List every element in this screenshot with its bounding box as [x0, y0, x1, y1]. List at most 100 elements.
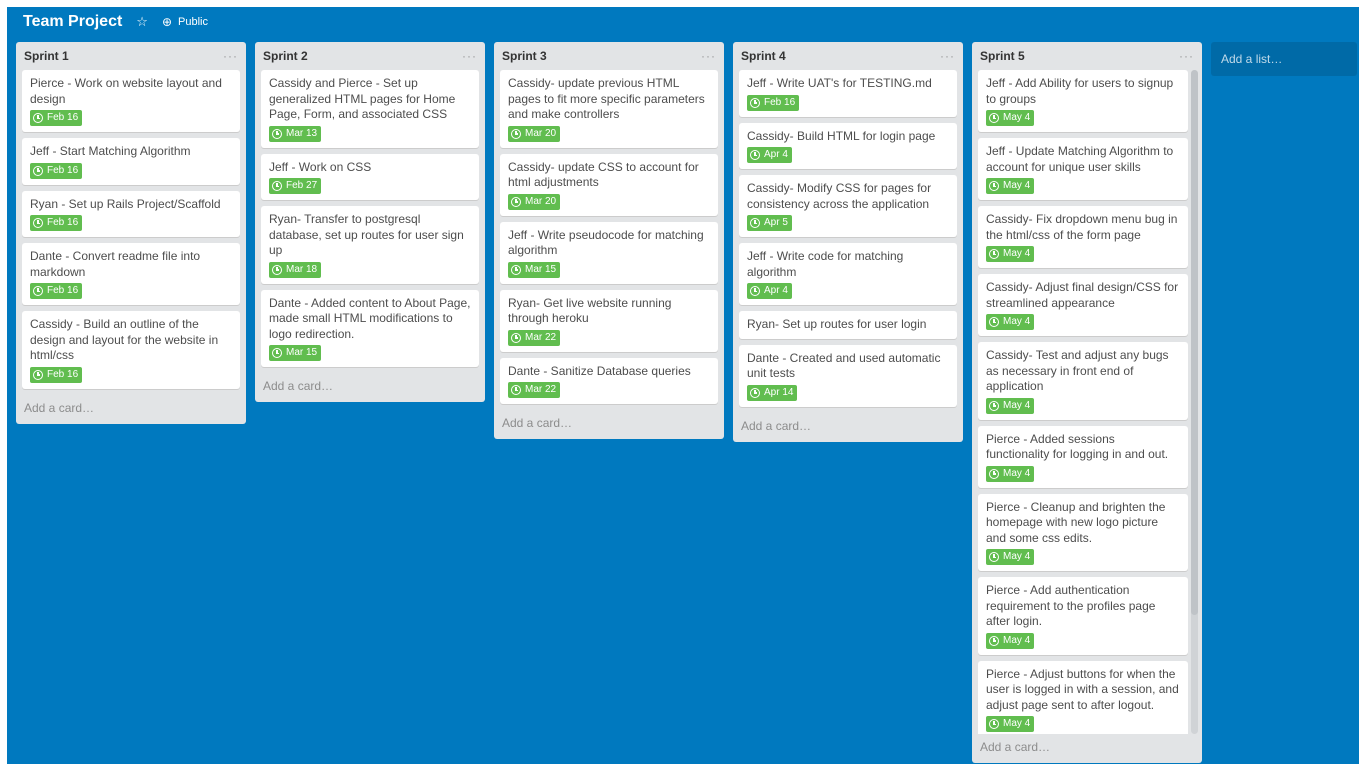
due-date-label: May 4: [1003, 551, 1031, 562]
card[interactable]: Cassidy- Build HTML for login page Apr 4: [739, 122, 957, 169]
list-name[interactable]: Sprint 5: [980, 49, 1025, 63]
card[interactable]: Cassidy- Adjust final design/CSS for str…: [978, 274, 1188, 336]
card-title: Cassidy- update CSS to account for html …: [508, 159, 699, 190]
card[interactable]: Dante - Created and used automatic unit …: [739, 344, 957, 407]
visibility-label: Public: [178, 16, 208, 28]
list-scrollbar[interactable]: [1191, 70, 1198, 734]
list-name[interactable]: Sprint 3: [502, 49, 547, 63]
due-date-label: Apr 4: [764, 149, 788, 160]
card[interactable]: Jeff - Write UAT's for TESTING.md Feb 16: [739, 70, 957, 117]
due-date-label: Feb 16: [764, 96, 796, 108]
due-date-label: Feb 16: [47, 217, 79, 228]
due-date-label: Mar 13: [286, 127, 318, 139]
card[interactable]: Pierce - Cleanup and brighten the homepa…: [978, 493, 1188, 571]
due-date-badge: May 4: [986, 549, 1035, 565]
add-card-button[interactable]: Add a card…: [494, 410, 724, 439]
add-list-button[interactable]: Add a list…: [1211, 42, 1357, 76]
card-title: Pierce - Added sessions functionality fo…: [986, 431, 1169, 462]
add-card-button[interactable]: Add a card…: [16, 395, 246, 424]
card[interactable]: Jeff - Write code for matching algorithm…: [739, 243, 957, 305]
card-title: Jeff - Add Ability for users to signup t…: [986, 76, 1174, 106]
card-title: Dante - Created and used automatic unit …: [747, 350, 941, 381]
due-date-badge: Apr 4: [747, 283, 792, 299]
due-date-label: May 4: [1003, 399, 1031, 411]
clock-icon: [511, 385, 521, 395]
card-title: Dante - Added content to About Page, mad…: [269, 295, 471, 341]
add-card-button[interactable]: Add a card…: [255, 373, 485, 402]
card[interactable]: Cassidy- update CSS to account for html …: [500, 153, 718, 216]
card-title: Jeff - Start Matching Algorithm: [30, 144, 191, 158]
card[interactable]: Jeff - Start Matching Algorithm Feb 16: [22, 138, 240, 185]
due-date-label: May 4: [1003, 634, 1031, 646]
card[interactable]: Ryan - Set up Rails Project/Scaffold Feb …: [22, 190, 240, 237]
list-header: Sprint 3 ···: [494, 42, 724, 70]
card[interactable]: Cassidy- Modify CSS for pages for consis…: [739, 175, 957, 237]
card-title: Pierce - Work on website layout and desi…: [30, 76, 222, 106]
card[interactable]: Jeff - Work on CSS Feb 27: [261, 153, 479, 200]
card-list: Pierce - Work on website layout and desi…: [16, 70, 246, 395]
due-date-label: Apr 14: [764, 386, 794, 398]
list-menu-icon[interactable]: ···: [1179, 49, 1194, 63]
clock-icon: [989, 317, 999, 327]
clock-icon: [511, 196, 521, 207]
due-date-badge: May 4: [986, 110, 1035, 126]
card[interactable]: Dante - Convert readme file into markdow…: [22, 243, 240, 305]
card[interactable]: Dante - Sanitize Database queries Mar 22: [500, 357, 718, 404]
card[interactable]: Pierce - Work on website layout and desi…: [22, 70, 240, 132]
card-title: Cassidy- Modify CSS for pages for consis…: [747, 181, 932, 211]
card[interactable]: Cassidy- Fix dropdown menu bug in the ht…: [978, 206, 1188, 268]
list-name[interactable]: Sprint 4: [741, 49, 786, 63]
due-date-badge: Mar 18: [269, 261, 322, 278]
clock-icon: [989, 249, 999, 259]
due-date-label: Feb 16: [47, 112, 79, 123]
clock-icon: [750, 97, 760, 108]
clock-icon: [33, 113, 43, 123]
card[interactable]: Cassidy and Pierce - Set up generalized …: [261, 70, 479, 148]
list-menu-icon[interactable]: ···: [701, 49, 716, 63]
card[interactable]: Pierce - Added sessions functionality fo…: [978, 425, 1188, 488]
scrollbar-thumb[interactable]: [1191, 70, 1198, 615]
board-title[interactable]: Team Project: [23, 13, 122, 31]
card[interactable]: Cassidy- update previous HTML pages to f…: [500, 70, 718, 148]
clock-icon: [272, 128, 282, 139]
due-date-badge: May 4: [986, 314, 1035, 330]
card[interactable]: Pierce - Add authentication requirement …: [978, 577, 1188, 655]
card[interactable]: Ryan- Transfer to postgresql database, s…: [261, 206, 479, 284]
card[interactable]: Jeff - Update Matching Algorithm to acco…: [978, 138, 1188, 200]
due-date-label: Mar 20: [525, 195, 557, 207]
star-icon[interactable]: ☆: [136, 14, 148, 30]
due-date-badge: Mar 22: [508, 329, 561, 346]
clock-icon: [272, 348, 282, 358]
card-list: Jeff - Add Ability for users to signup t…: [972, 70, 1202, 734]
due-date-badge: Mar 22: [508, 382, 561, 398]
card[interactable]: Cassidy - Build an outline of the design…: [22, 311, 240, 389]
card[interactable]: Ryan- Set up routes for user login: [739, 311, 957, 339]
due-date-badge: Feb 16: [30, 366, 83, 383]
list-menu-icon[interactable]: ···: [223, 49, 238, 63]
clock-icon: [989, 719, 999, 729]
card-title: Cassidy- Fix dropdown menu bug in the ht…: [986, 212, 1178, 242]
card[interactable]: Pierce - Adjust buttons for when the use…: [978, 660, 1188, 734]
card-title: Pierce - Adjust buttons for when the use…: [986, 666, 1179, 712]
card[interactable]: Cassidy- Test and adjust any bugs as nec…: [978, 342, 1188, 420]
card[interactable]: Jeff - Write pseudocode for matching alg…: [500, 221, 718, 284]
card[interactable]: Ryan- Get live website running through h…: [500, 289, 718, 352]
list-menu-icon[interactable]: ···: [462, 49, 477, 63]
due-date-label: Mar 15: [525, 263, 557, 275]
list-header: Sprint 2 ···: [255, 42, 485, 70]
card-title: Jeff - Write UAT's for TESTING.md: [747, 76, 932, 90]
card[interactable]: Jeff - Add Ability for users to signup t…: [978, 70, 1188, 132]
list-name[interactable]: Sprint 1: [24, 49, 69, 63]
list-menu-icon[interactable]: ···: [940, 49, 955, 63]
due-date-badge: May 4: [986, 397, 1035, 414]
add-card-button[interactable]: Add a card…: [972, 734, 1202, 763]
visibility-button[interactable]: ⊕ Public: [162, 15, 208, 29]
due-date-badge: Apr 5: [747, 215, 792, 231]
due-date-label: May 4: [1003, 316, 1031, 327]
card[interactable]: Dante - Added content to About Page, mad…: [261, 289, 479, 367]
list-name[interactable]: Sprint 2: [263, 49, 308, 63]
clock-icon: [272, 181, 282, 191]
due-date-badge: Apr 4: [747, 147, 792, 163]
due-date-label: Mar 22: [525, 331, 557, 343]
add-card-button[interactable]: Add a card…: [733, 413, 963, 442]
